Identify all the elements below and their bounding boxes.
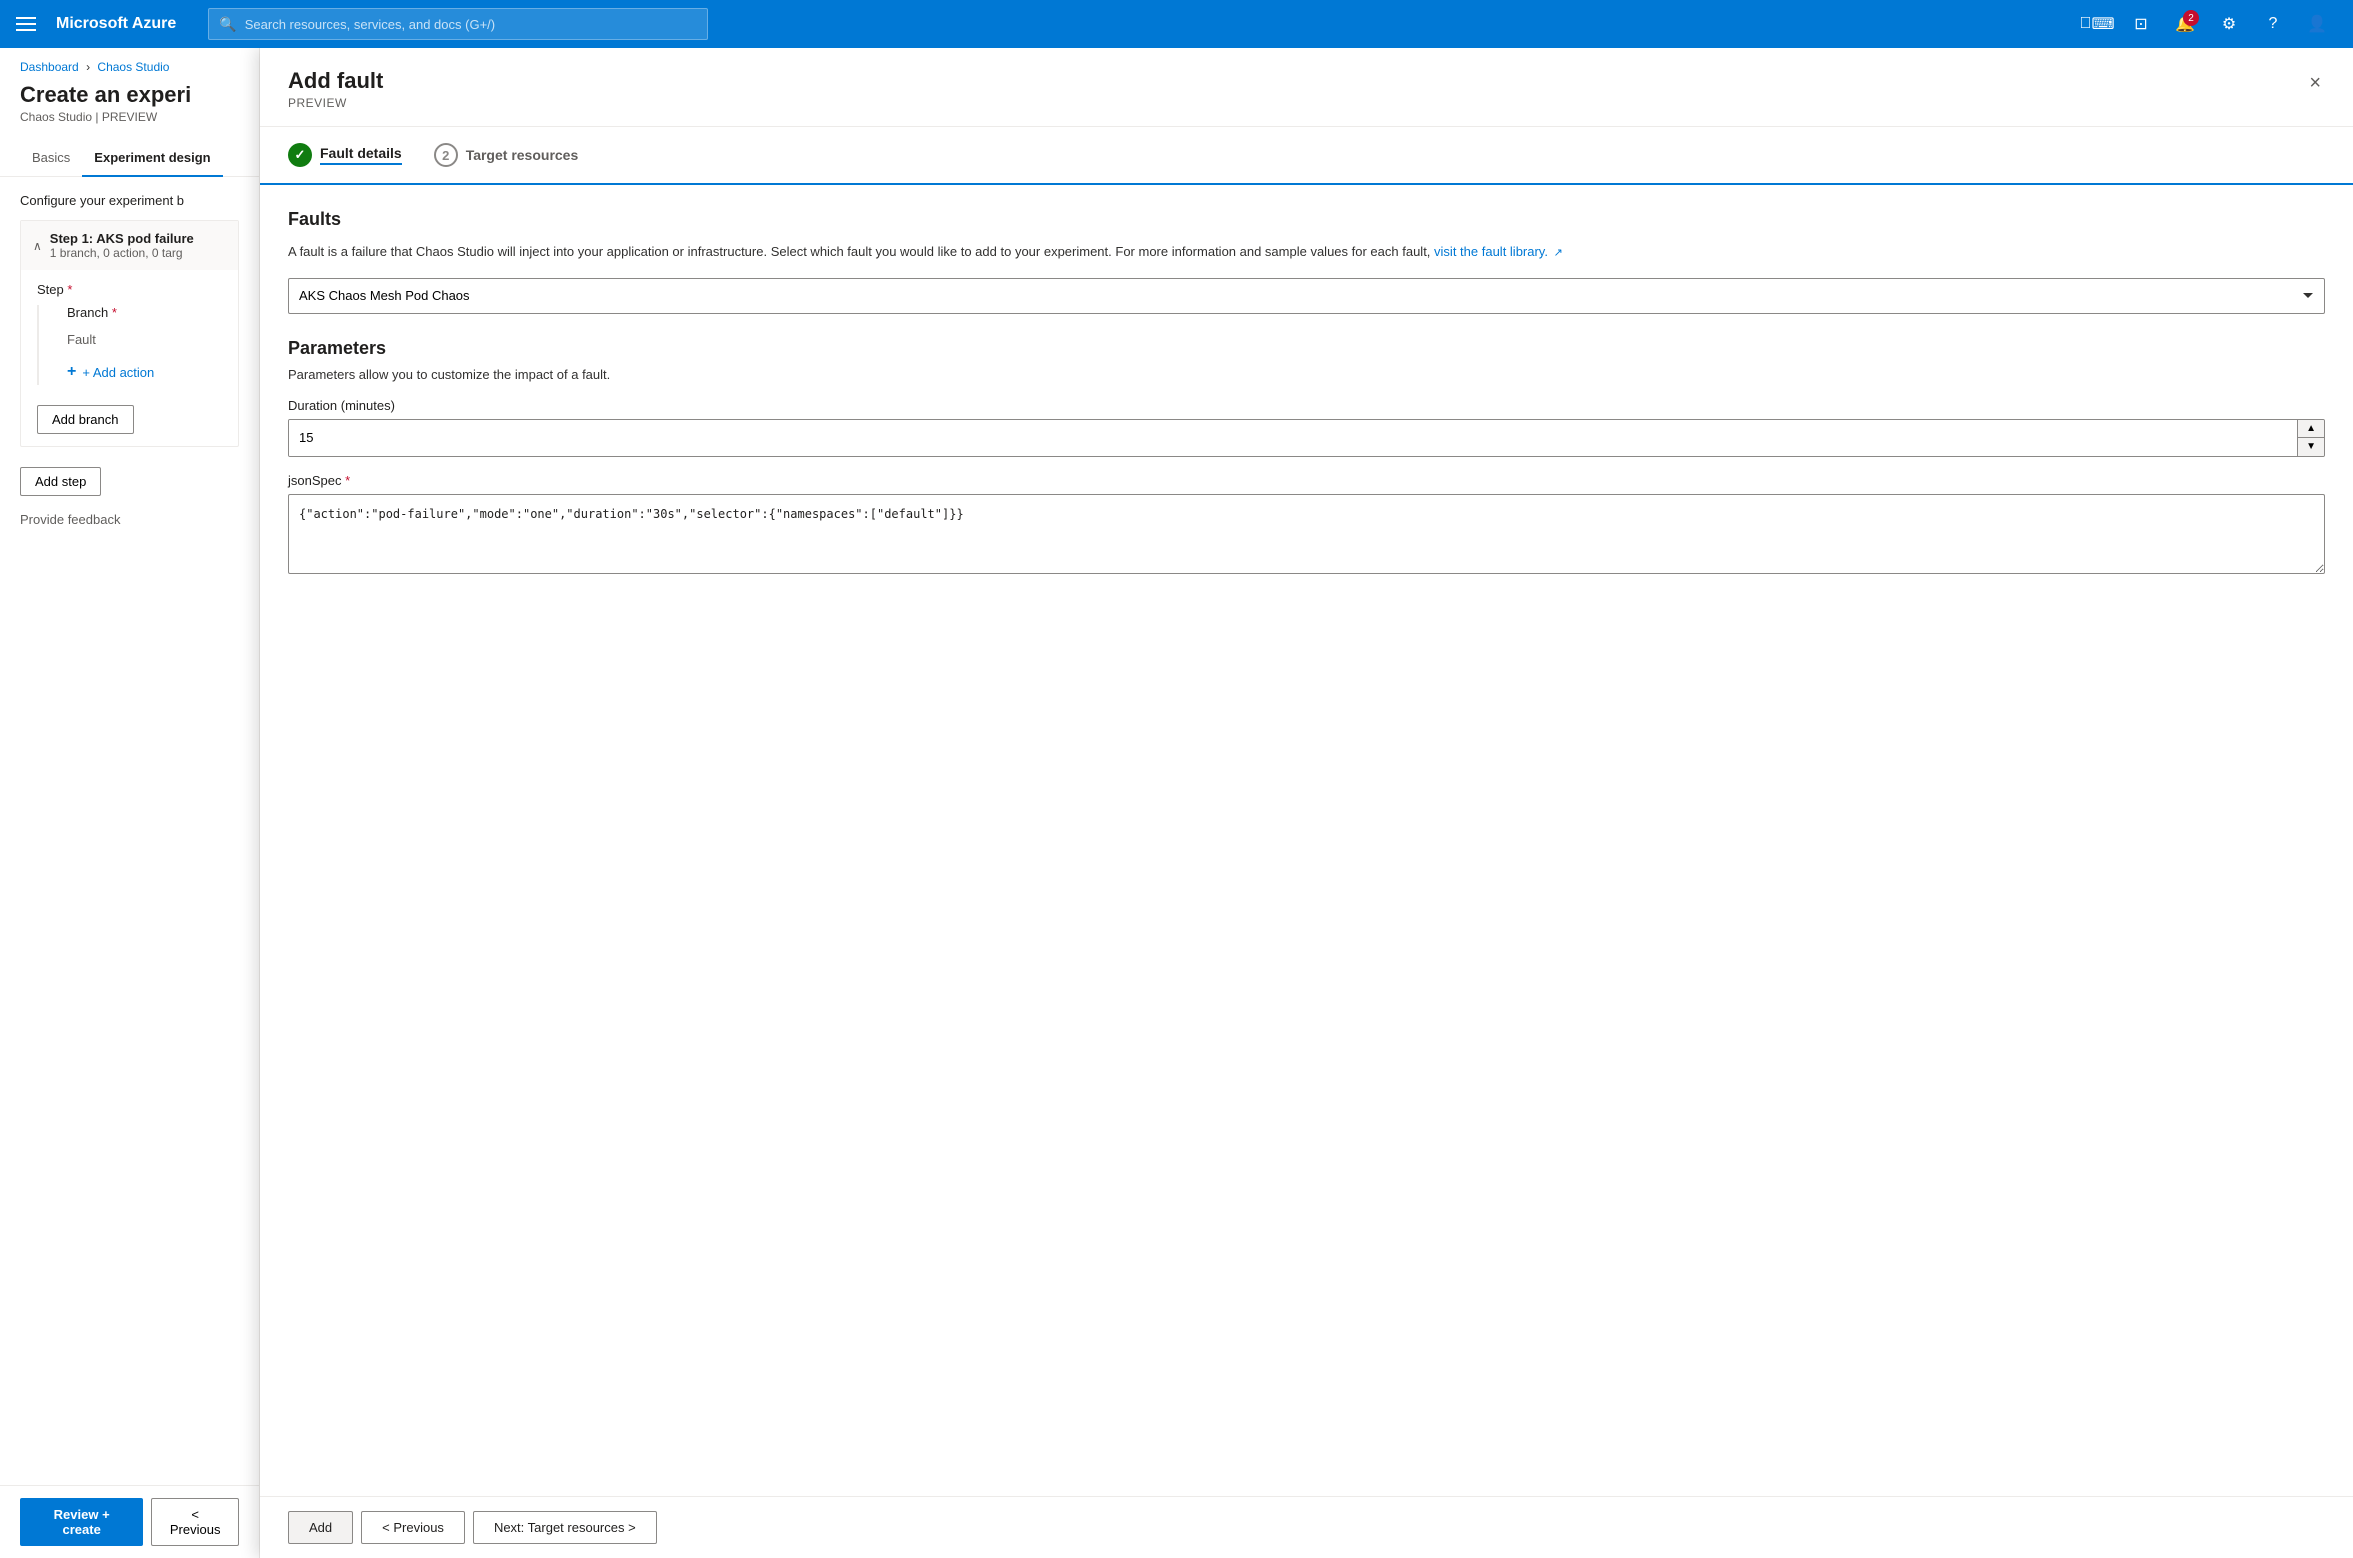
fault-dropdown-container: AKS Chaos Mesh Pod ChaosAKS Chaos Mesh N… xyxy=(288,278,2325,314)
help-icon[interactable]: ? xyxy=(2253,4,2293,44)
step-circle-1: ✓ xyxy=(288,143,312,167)
search-bar[interactable]: 🔍 xyxy=(208,8,708,40)
cloud-shell-icon[interactable]:  ⌨ xyxy=(2077,4,2117,44)
configure-label: Configure your experiment b xyxy=(20,193,239,208)
left-panel: Dashboard › Chaos Studio Create an exper… xyxy=(0,48,260,1558)
step-body: Step * Branch * Fault xyxy=(21,270,238,446)
duration-decrement-button[interactable]: ▼ xyxy=(2298,438,2324,456)
main-layout: Dashboard › Chaos Studio Create an exper… xyxy=(0,48,2353,1558)
add-button[interactable]: Add xyxy=(288,1511,353,1544)
panel-preview-label: PREVIEW xyxy=(288,96,383,110)
jsonspec-field: jsonSpec * {"action":"pod-failure","mode… xyxy=(288,473,2325,577)
wizard-steps: ✓ Fault details 2 Target resources xyxy=(260,127,2353,185)
parameters-section: Parameters Parameters allow you to custo… xyxy=(288,338,2325,577)
left-content: Configure your experiment b ∧ Step 1: AK… xyxy=(0,177,259,1485)
panel-footer: Add < Previous Next: Target resources > xyxy=(260,1496,2353,1558)
wizard-step-label-1: Fault details xyxy=(320,145,402,165)
add-fault-panel: Add fault PREVIEW × ✓ Fault details 2 Ta… xyxy=(260,48,2353,1558)
next-button[interactable]: Next: Target resources > xyxy=(473,1511,657,1544)
nav-icons:  ⌨ ⊡ 🔔 2 ⚙ ? 👤 xyxy=(2077,4,2337,44)
plus-icon: + xyxy=(67,363,76,381)
add-branch-button[interactable]: Add branch xyxy=(37,405,134,434)
external-link-icon: ↗ xyxy=(1554,247,1563,259)
faults-heading: Faults xyxy=(288,209,2325,230)
wizard-step-target-resources[interactable]: 2 Target resources xyxy=(434,143,579,167)
top-navigation: Microsoft Azure 🔍  ⌨ ⊡ 🔔 2 ⚙ ? 👤 xyxy=(0,0,2353,48)
breadcrumb-dashboard[interactable]: Dashboard xyxy=(20,60,79,74)
duration-field: Duration (minutes) ▲ ▼ xyxy=(288,398,2325,457)
left-bottom-bar: Review + create < Previous xyxy=(0,1485,259,1558)
previous-button-left[interactable]: < Previous xyxy=(151,1498,239,1546)
parameters-heading: Parameters xyxy=(288,338,2325,359)
fault-label: Fault xyxy=(67,332,222,347)
settings-icon[interactable]: ⚙ xyxy=(2209,4,2249,44)
page-subtitle: Chaos Studio | PREVIEW xyxy=(20,110,239,124)
panel-title: Add fault xyxy=(288,68,383,94)
tab-basics[interactable]: Basics xyxy=(20,140,82,177)
nav-title: Microsoft Azure xyxy=(56,15,176,33)
jsonspec-label: jsonSpec * xyxy=(288,473,2325,488)
duration-input[interactable] xyxy=(289,420,2297,456)
add-action-button[interactable]: + + Add action xyxy=(67,359,222,385)
fault-select[interactable]: AKS Chaos Mesh Pod ChaosAKS Chaos Mesh N… xyxy=(288,278,2325,314)
fault-library-link[interactable]: visit the fault library. ↗ xyxy=(1434,244,1563,259)
step-header[interactable]: ∧ Step 1: AKS pod failure 1 branch, 0 ac… xyxy=(21,221,238,270)
fault-section: Fault xyxy=(67,332,222,347)
duration-spinners: ▲ ▼ xyxy=(2297,420,2324,456)
step-chevron-icon: ∧ xyxy=(33,239,42,253)
branch-section: Branch * Fault + + Add action xyxy=(67,305,222,385)
notification-badge: 2 xyxy=(2183,10,2199,26)
step-title: Step 1: AKS pod failure xyxy=(50,231,194,246)
account-icon[interactable]: 👤 xyxy=(2297,4,2337,44)
search-input[interactable] xyxy=(245,17,698,32)
tabs: Basics Experiment design xyxy=(0,140,259,177)
parameters-description: Parameters allow you to customize the im… xyxy=(288,367,2325,382)
step-field-label: Step * xyxy=(37,282,222,297)
wizard-step-label-2: Target resources xyxy=(466,147,579,163)
panel-header: Add fault PREVIEW × xyxy=(260,48,2353,127)
close-button[interactable]: × xyxy=(2305,68,2325,99)
page-title: Create an experi xyxy=(20,82,239,108)
add-step-button[interactable]: Add step xyxy=(20,467,101,496)
branch-label: Branch * xyxy=(67,305,222,320)
faults-description: A fault is a failure that Chaos Studio w… xyxy=(288,242,2325,262)
page-title-area: Create an experi Chaos Studio | PREVIEW xyxy=(0,78,259,140)
hamburger-menu[interactable] xyxy=(16,17,36,31)
search-icon: 🔍 xyxy=(219,16,236,33)
tab-experiment-design[interactable]: Experiment design xyxy=(82,140,222,177)
provide-feedback-label: Provide feedback xyxy=(20,512,239,527)
breadcrumb-chaos-studio[interactable]: Chaos Studio xyxy=(97,60,169,74)
previous-button[interactable]: < Previous xyxy=(361,1511,465,1544)
duration-label: Duration (minutes) xyxy=(288,398,2325,413)
wizard-step-fault-details[interactable]: ✓ Fault details xyxy=(288,143,402,167)
review-create-button[interactable]: Review + create xyxy=(20,1498,143,1546)
step-subtitle: 1 branch, 0 action, 0 targ xyxy=(50,246,194,260)
feedback-icon[interactable]: ⊡ xyxy=(2121,4,2161,44)
breadcrumb: Dashboard › Chaos Studio xyxy=(0,48,259,78)
duration-increment-button[interactable]: ▲ xyxy=(2298,420,2324,439)
notification-icon[interactable]: 🔔 2 xyxy=(2165,4,2205,44)
jsonspec-textarea[interactable]: {"action":"pod-failure","mode":"one","du… xyxy=(288,494,2325,574)
step-circle-2: 2 xyxy=(434,143,458,167)
panel-body: Faults A fault is a failure that Chaos S… xyxy=(260,185,2353,1496)
duration-input-wrapper: ▲ ▼ xyxy=(288,419,2325,457)
step-box: ∧ Step 1: AKS pod failure 1 branch, 0 ac… xyxy=(20,220,239,447)
